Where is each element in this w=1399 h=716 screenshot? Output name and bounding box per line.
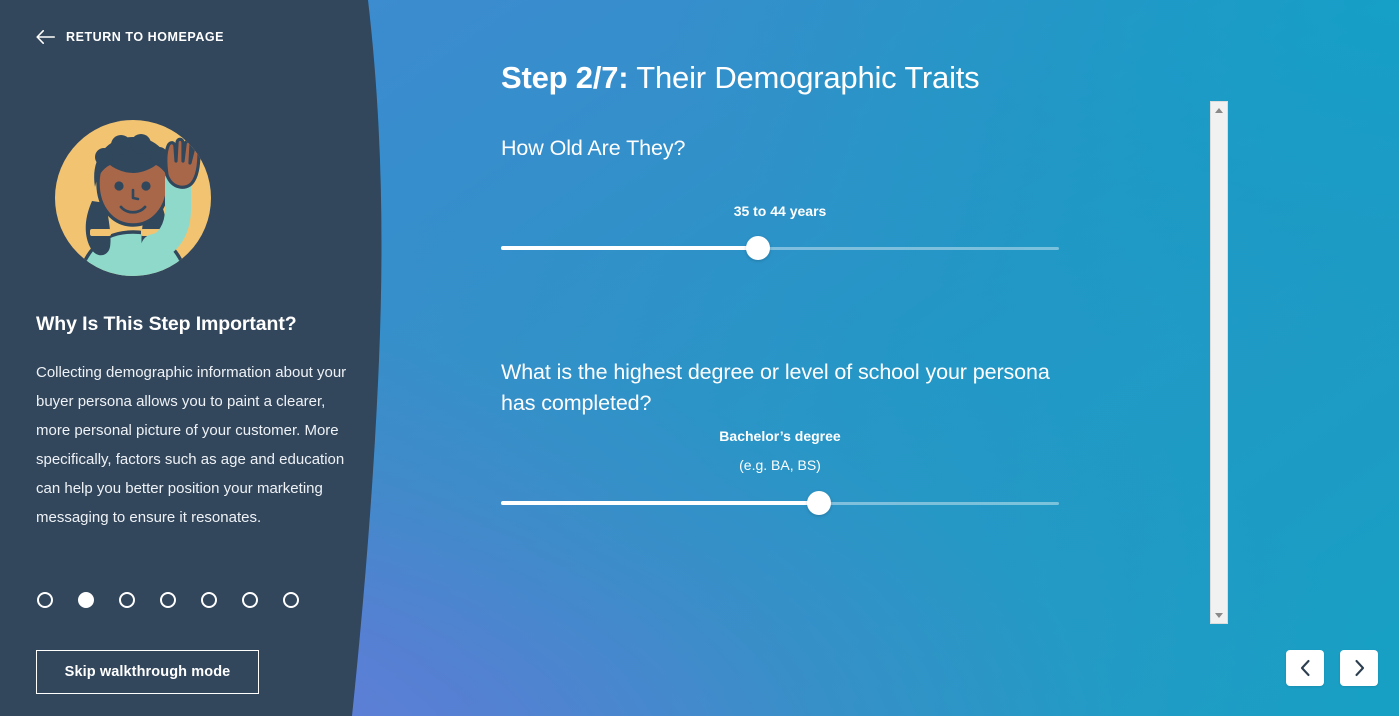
step-indicator-dots xyxy=(37,592,299,608)
step-dot-4[interactable] xyxy=(160,592,176,608)
step-dot-3[interactable] xyxy=(119,592,135,608)
step-dot-6[interactable] xyxy=(242,592,258,608)
content-scrollbar[interactable] xyxy=(1210,101,1228,624)
walkthrough-page: RETURN TO HOMEPAGE Why Is This Step Impo… xyxy=(0,0,1399,716)
slider-value-label: 35 to 44 years xyxy=(733,203,827,219)
step-dot-5[interactable] xyxy=(201,592,217,608)
question-block-age: How Old Are They? 35 to 44 years xyxy=(501,133,1061,262)
slider-thumb[interactable] xyxy=(807,491,832,515)
step-dot-7[interactable] xyxy=(283,592,299,608)
slider-value-label: Bachelor’s degree xyxy=(719,428,841,444)
return-to-homepage-link[interactable]: RETURN TO HOMEPAGE xyxy=(36,30,224,44)
arrow-left-icon xyxy=(36,30,55,44)
slider-thumb[interactable] xyxy=(745,236,770,260)
chevron-right-icon xyxy=(1354,659,1364,677)
next-step-button[interactable] xyxy=(1340,650,1378,686)
question-block-education: What is the highest degree or level of s… xyxy=(501,357,1061,517)
slider-track-fill xyxy=(501,246,758,250)
sidebar-heading: Why Is This Step Important? xyxy=(36,313,297,335)
step-counter: Step 2/7: xyxy=(501,60,629,95)
navigation-buttons xyxy=(1286,650,1378,686)
sidebar: RETURN TO HOMEPAGE Why Is This Step Impo… xyxy=(0,0,368,716)
step-dot-1[interactable] xyxy=(37,592,53,608)
sidebar-description: Collecting demographic information about… xyxy=(36,364,347,526)
scroll-up-arrow-icon[interactable] xyxy=(1211,102,1227,118)
step-dot-2[interactable] xyxy=(78,592,94,608)
question-label: What is the highest degree or level of s… xyxy=(501,360,1050,415)
return-to-homepage-label: RETURN TO HOMEPAGE xyxy=(66,30,225,44)
chevron-left-icon xyxy=(1300,659,1310,677)
slider-track-fill xyxy=(501,501,820,505)
scroll-down-arrow-icon[interactable] xyxy=(1211,607,1227,623)
step-name: Their Demographic Traits xyxy=(628,60,980,95)
previous-step-button[interactable] xyxy=(1286,650,1324,686)
education-slider[interactable] xyxy=(501,491,1059,517)
slider-value-sublabel: (e.g. BA, BS) xyxy=(739,457,821,473)
question-label: How Old Are They? xyxy=(501,136,686,160)
page-title: Step 2/7: Their Demographic Traits xyxy=(501,60,980,96)
age-slider[interactable] xyxy=(501,236,1059,262)
waving-person-illustration xyxy=(55,120,211,276)
skip-walkthrough-button[interactable]: Skip walkthrough mode xyxy=(36,650,259,694)
